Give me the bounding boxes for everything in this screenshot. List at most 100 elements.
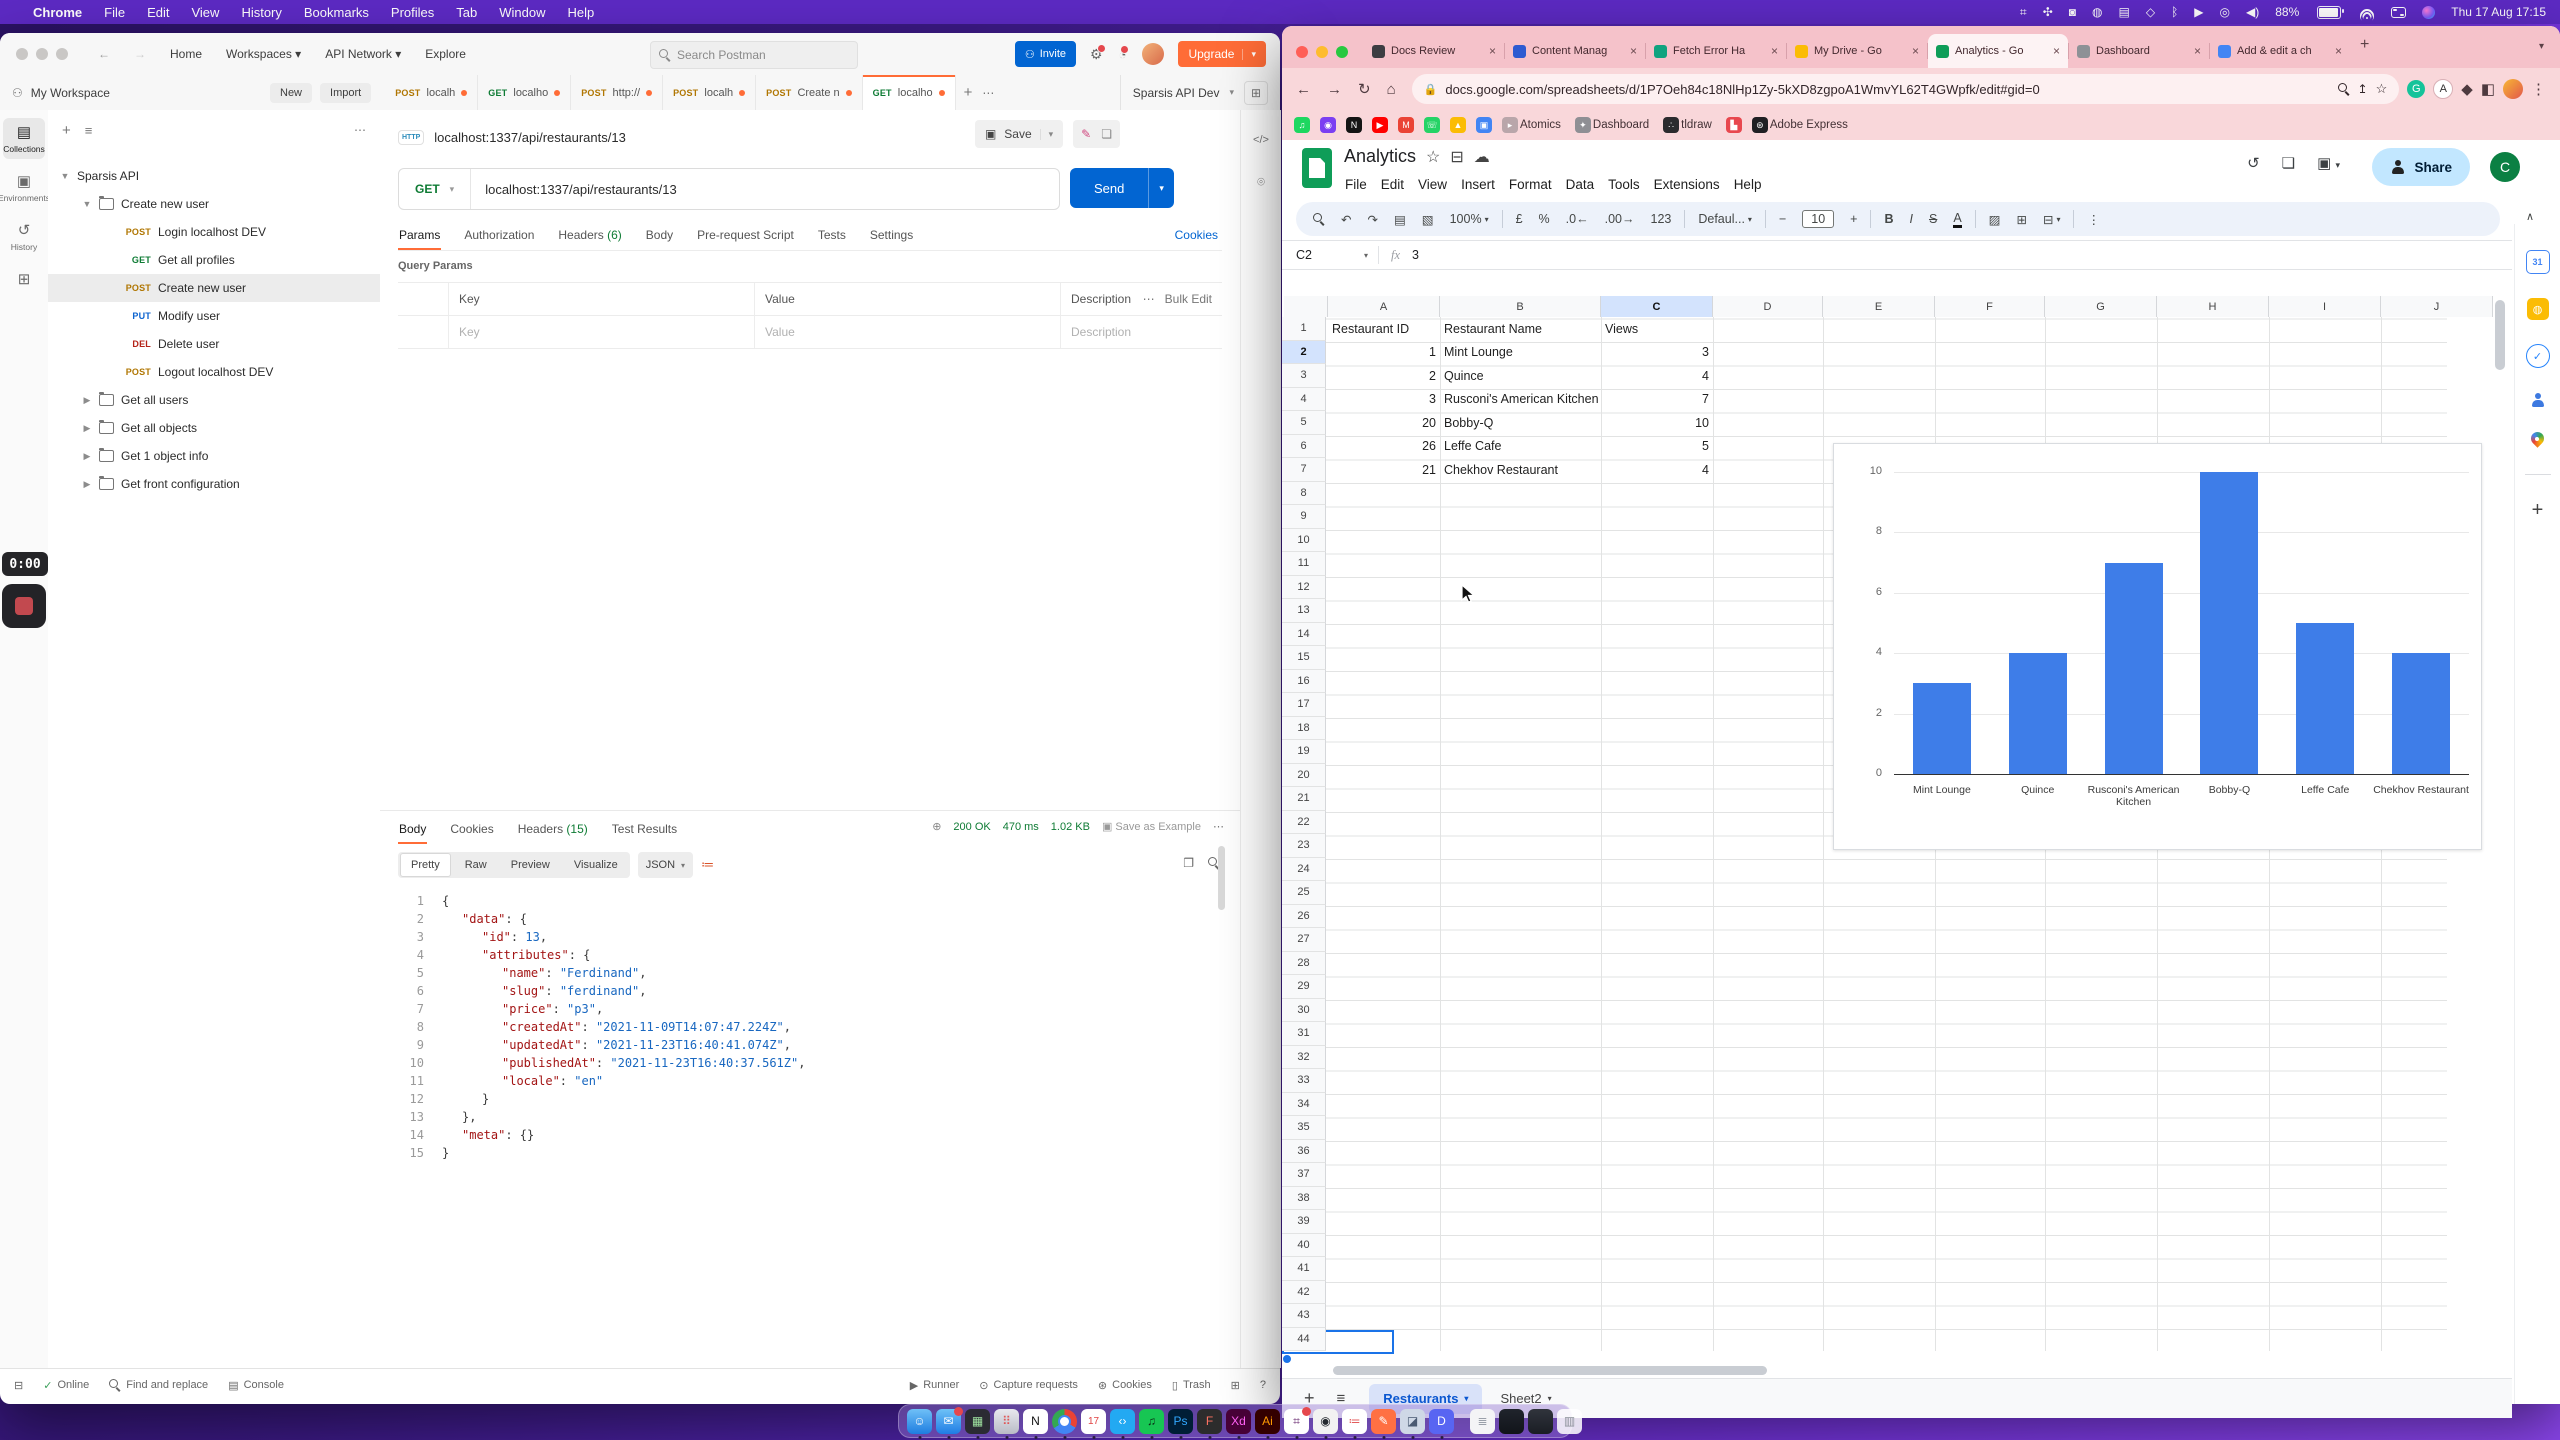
row-header-16[interactable]: 16 (1282, 670, 1326, 694)
row-header-23[interactable]: 23 (1282, 834, 1326, 858)
add-collection-button[interactable]: + (48, 122, 85, 139)
tree-folder[interactable]: ▶Get front configuration (48, 470, 414, 498)
cell-C4[interactable]: 7 (1601, 388, 1713, 412)
filter-icon[interactable]: ≡ (85, 123, 93, 138)
row-header-28[interactable]: 28 (1282, 952, 1326, 976)
cookies-button[interactable]: ⊛ Cookies (1088, 1379, 1162, 1392)
row-header-18[interactable]: 18 (1282, 717, 1326, 741)
dock-spotify-icon[interactable]: ♫ (1139, 1409, 1164, 1434)
view-preview[interactable]: Preview (501, 854, 560, 876)
cell-C2[interactable]: 3 (1601, 341, 1713, 365)
close-tab-icon[interactable]: × (2194, 44, 2201, 58)
environment-quicklook-icon[interactable]: ⊞ (1244, 81, 1268, 105)
row-header-7[interactable]: 7 (1282, 458, 1326, 482)
zoom-button[interactable] (1336, 46, 1348, 58)
sidebar-item-history[interactable]: ↺History (3, 216, 45, 257)
close-tab-icon[interactable]: × (2335, 44, 2342, 58)
contacts-icon[interactable] (2530, 392, 2546, 408)
find-and-replace[interactable]: Find and replace (99, 1379, 218, 1391)
row-header-34[interactable]: 34 (1282, 1093, 1326, 1117)
name-box[interactable]: C2▾ (1282, 248, 1378, 262)
row-header-2[interactable]: 2 (1282, 341, 1326, 365)
avatar[interactable] (1142, 43, 1164, 65)
row-header-27[interactable]: 27 (1282, 928, 1326, 952)
response-tab-cookies[interactable]: Cookies (449, 816, 494, 844)
tree-folder[interactable]: ▶Get all objects (48, 414, 414, 442)
close-button[interactable] (1296, 46, 1308, 58)
bookmark-calendar[interactable]: ▣ (1476, 117, 1498, 133)
chart-bar[interactable] (2200, 472, 2258, 774)
row-header-29[interactable]: 29 (1282, 975, 1326, 999)
sidebar-item-environments[interactable]: ▣Environments (3, 167, 45, 208)
collapse-toolbar-icon[interactable]: ∧ (2526, 210, 2534, 223)
column-header-C[interactable]: C (1601, 296, 1713, 317)
view-raw[interactable]: Raw (455, 854, 497, 876)
cell-A3[interactable]: 2 (1328, 364, 1440, 388)
tree-request[interactable]: POSTCreate new user (48, 274, 436, 302)
tree-folder[interactable]: ▶Get all users (48, 386, 414, 414)
cookies-link[interactable]: Cookies (1175, 228, 1218, 242)
browser-tab[interactable]: My Drive - Go× (1787, 34, 1927, 68)
row-header-5[interactable]: 5 (1282, 411, 1326, 435)
row-header-38[interactable]: 38 (1282, 1187, 1326, 1211)
row-header-42[interactable]: 42 (1282, 1281, 1326, 1305)
tree-request[interactable]: POSTLogout localhost DEV (48, 358, 436, 386)
trash-button[interactable]: ▯ Trash (1162, 1379, 1221, 1392)
sidebar-item-collections[interactable]: ▤Collections (3, 118, 45, 159)
increase-font-icon[interactable]: + (1843, 212, 1864, 226)
profile-avatar[interactable] (2503, 79, 2523, 99)
currency-icon[interactable]: £ (1509, 212, 1530, 226)
version-history-icon[interactable]: ↺ (2247, 154, 2260, 172)
dock-github-icon[interactable]: ◉ (1313, 1409, 1338, 1434)
cell-B5[interactable]: Bobby-Q (1440, 411, 1601, 435)
tree-request[interactable]: DELDelete user (48, 330, 436, 358)
back-icon[interactable]: ← (1282, 81, 1319, 98)
borders-icon[interactable]: ⊞ (2009, 212, 2033, 227)
chevron-down-icon[interactable]: ▼ (82, 199, 92, 209)
cell-B1[interactable]: Restaurant Name (1440, 317, 1601, 341)
new-tab-button[interactable]: + (964, 84, 973, 101)
row-header-17[interactable]: 17 (1282, 693, 1326, 717)
chart-bar[interactable] (2392, 653, 2450, 774)
menu-insert[interactable]: Insert (1454, 174, 1502, 195)
column-header-A[interactable]: A (1328, 296, 1440, 317)
row-header-20[interactable]: 20 (1282, 764, 1326, 788)
row-header-12[interactable]: 12 (1282, 576, 1326, 600)
row-header-9[interactable]: 9 (1282, 505, 1326, 529)
bookmark-youtube[interactable]: ▶ (1372, 117, 1394, 133)
row-header-22[interactable]: 22 (1282, 811, 1326, 835)
cell-A2[interactable]: 1 (1328, 341, 1440, 365)
move-folder-icon[interactable]: ⊟ (1450, 147, 1463, 167)
paint-format-icon[interactable]: ▧ (1415, 212, 1441, 227)
wifi-icon[interactable] (2359, 7, 2375, 18)
fill-handle[interactable] (1282, 1354, 1292, 1364)
grammarly-extension-icon[interactable]: G (2407, 80, 2425, 98)
row-header-19[interactable]: 19 (1282, 740, 1326, 764)
share-icon[interactable]: ↥ (2358, 82, 2368, 96)
network-icon[interactable]: ◍ (2092, 5, 2102, 19)
column-header-I[interactable]: I (2269, 296, 2381, 317)
browser-tab[interactable]: Docs Review× (1364, 34, 1504, 68)
bookmark-dashboard[interactable]: ✦Dashboard (1575, 117, 1659, 133)
close-tab-icon[interactable]: × (1912, 44, 1919, 58)
menubar-item-history[interactable]: History (230, 5, 292, 20)
row-header-44[interactable]: 44 (1282, 1328, 1326, 1352)
share-button[interactable]: Share (2372, 148, 2470, 186)
dock-minimized-window-2-icon[interactable] (1528, 1409, 1553, 1434)
new-button[interactable]: New (270, 83, 312, 103)
menubar-item-view[interactable]: View (180, 5, 230, 20)
dock-pen-app-icon[interactable]: ✎ (1371, 1409, 1396, 1434)
code-snippet-icon[interactable]: </> (1241, 110, 1281, 146)
row-header-14[interactable]: 14 (1282, 623, 1326, 647)
request-tab-authorization[interactable]: Authorization (463, 222, 535, 250)
online-status[interactable]: ✓ Online (33, 1379, 99, 1392)
row-header-13[interactable]: 13 (1282, 599, 1326, 623)
key-input[interactable]: Key (449, 316, 755, 348)
row-header-4[interactable]: 4 (1282, 388, 1326, 412)
nav-home[interactable]: Home (158, 47, 214, 61)
cloud-status-icon[interactable]: ☁ (1474, 147, 1490, 167)
tree-folder[interactable]: ▶Get 1 object info (48, 442, 414, 470)
browser-tab[interactable]: Content Manag× (1505, 34, 1645, 68)
column-header-H[interactable]: H (2157, 296, 2269, 317)
print-icon[interactable]: ▤ (1387, 212, 1413, 227)
